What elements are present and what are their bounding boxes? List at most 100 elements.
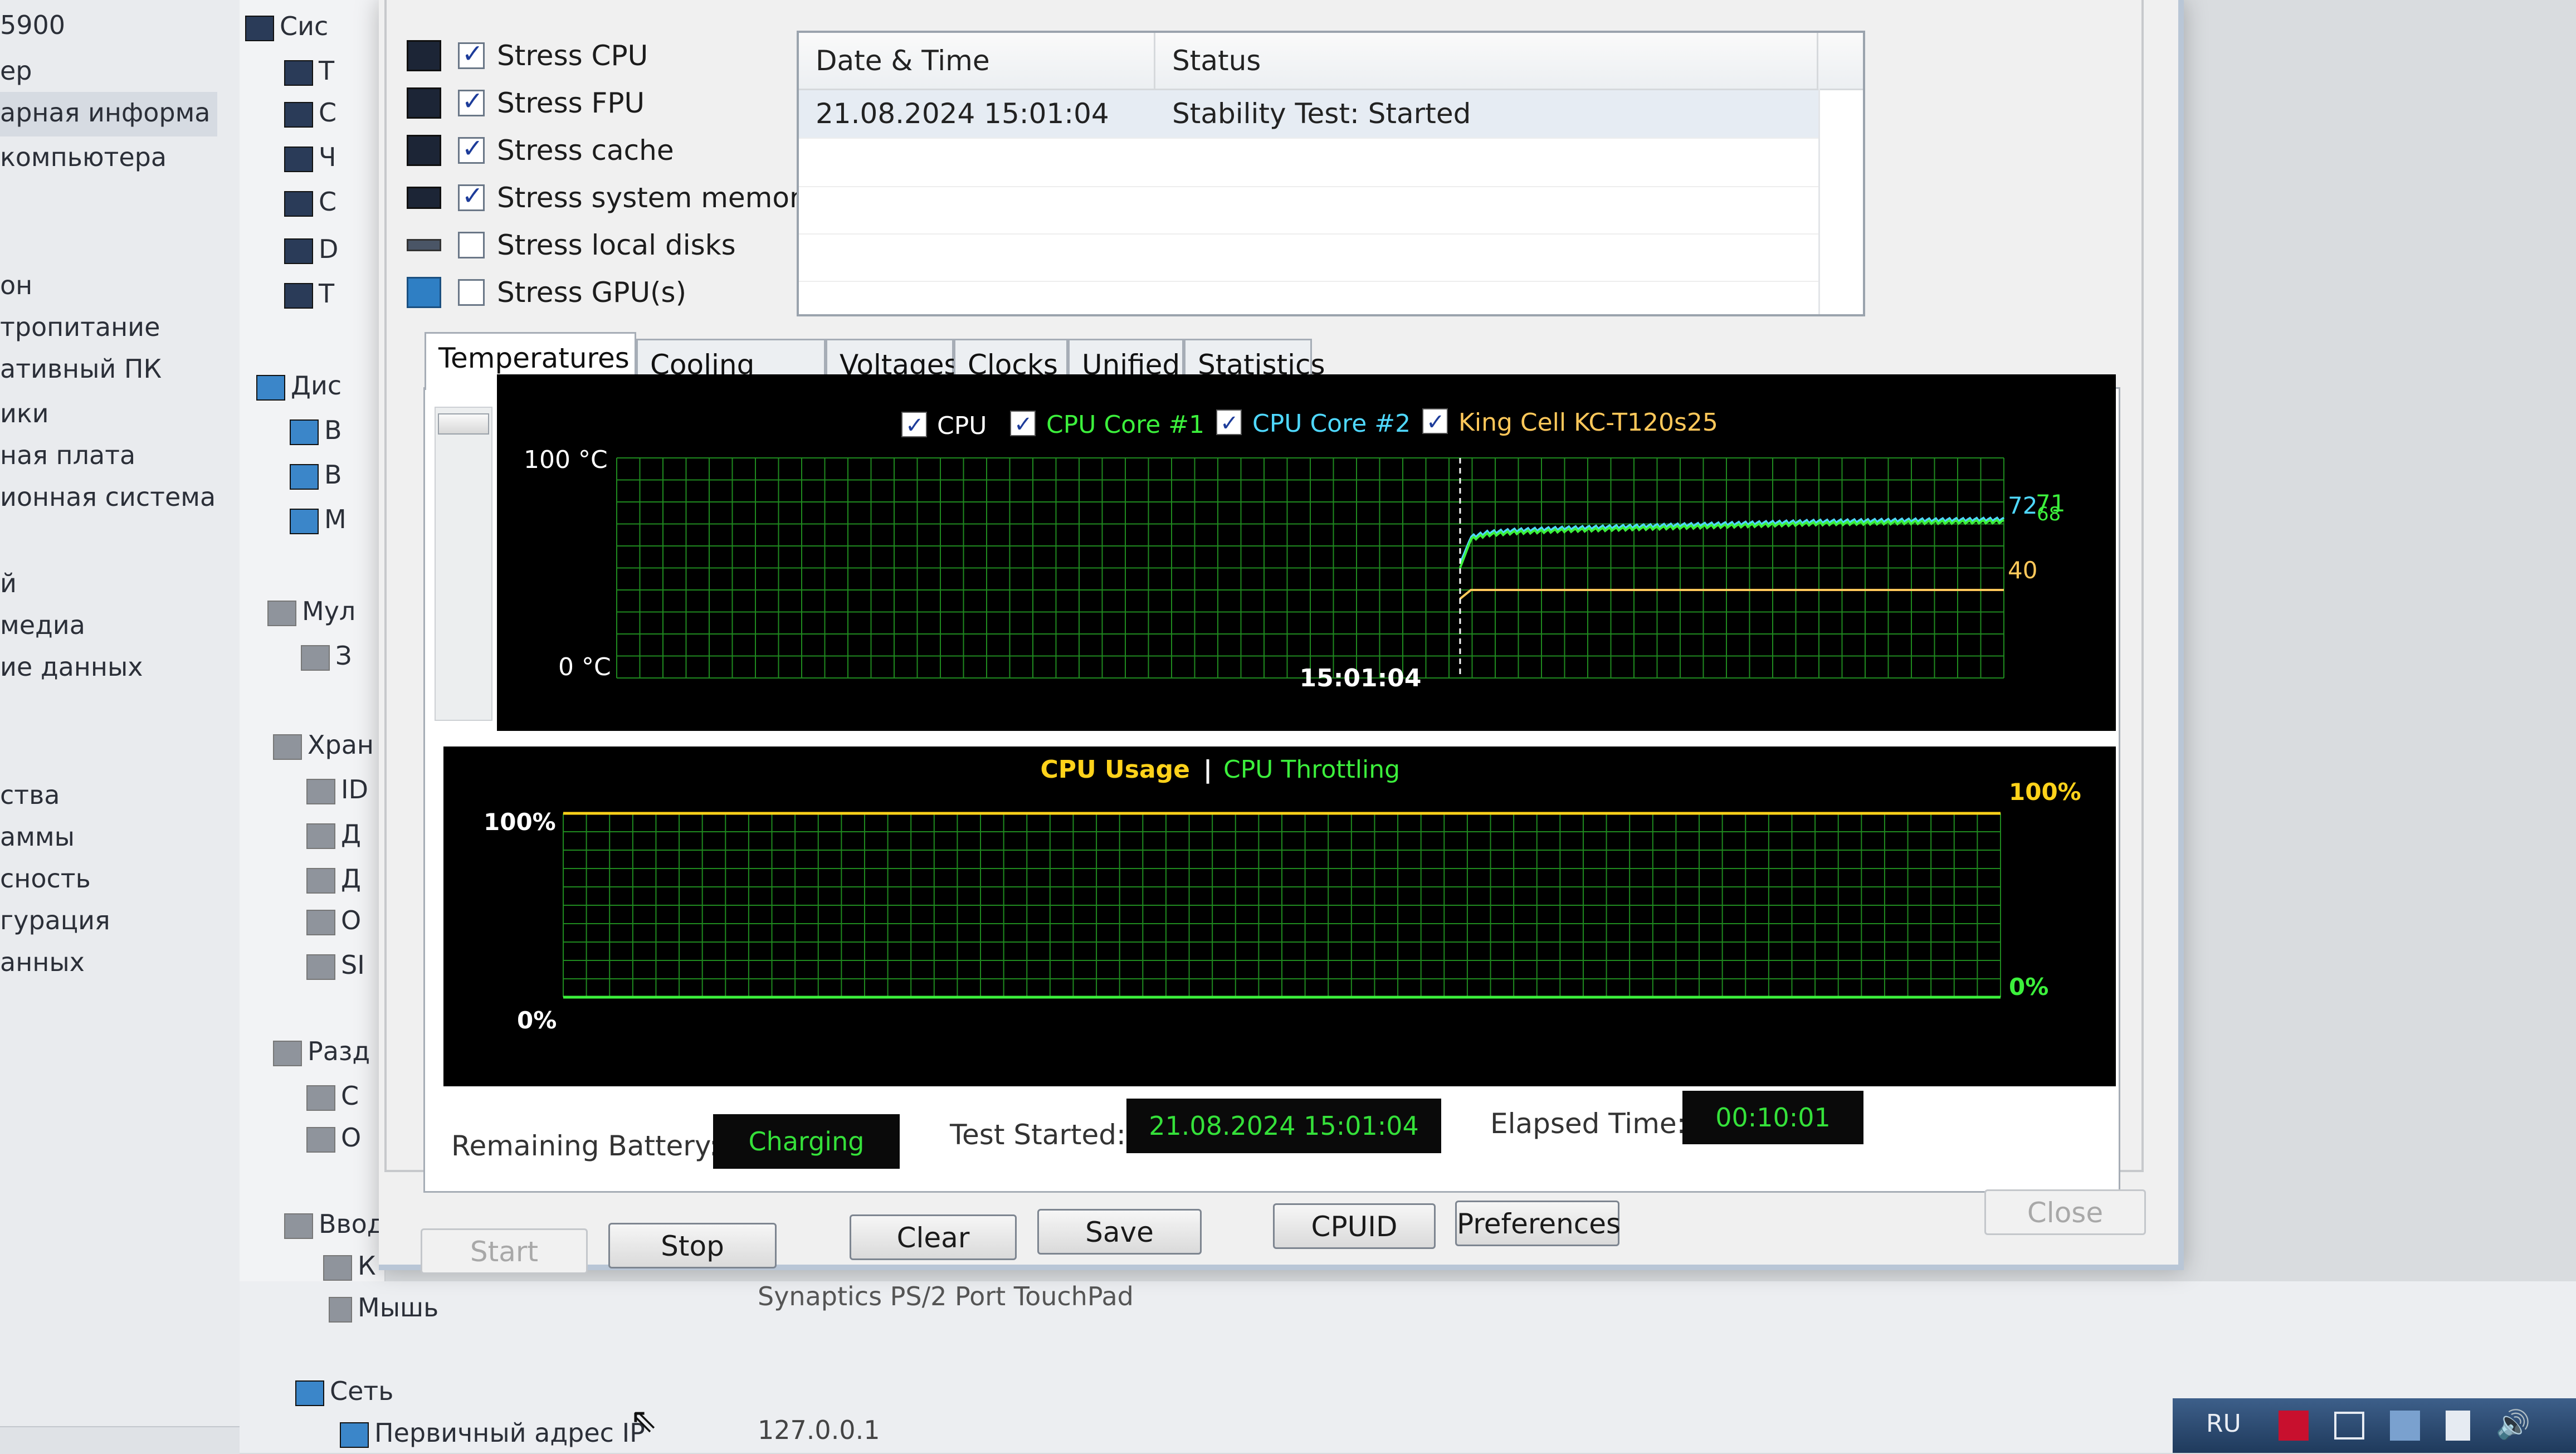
bg-sidebar-item[interactable]: сность — [0, 863, 91, 894]
window-tray-icon[interactable] — [2334, 1412, 2364, 1440]
tree-item[interactable]: Д — [306, 819, 361, 849]
preferences-button[interactable]: Preferences — [1455, 1201, 1621, 1246]
stop-button[interactable]: Stop — [608, 1223, 777, 1268]
tree-item[interactable]: Д — [306, 863, 361, 894]
stress-fpu-checkbox[interactable] — [458, 86, 485, 116]
network-tray-icon[interactable] — [2390, 1411, 2420, 1441]
tree-item[interactable]: К — [323, 1251, 376, 1281]
volume-tray-icon[interactable]: 🔊 — [2496, 1408, 2530, 1441]
gpu-icon — [407, 277, 441, 308]
graph-scroll-thumb[interactable] — [438, 413, 489, 435]
stress-cpu-checkbox[interactable] — [458, 38, 485, 69]
tree-item[interactable]: Первичный адрес IP — [340, 1418, 645, 1448]
stress-fpu-option[interactable]: Stress FPU — [407, 81, 645, 125]
tree-item[interactable]: С — [284, 187, 336, 217]
cpu-usage-graph: CPU Usage | CPU Throttling 100% 0% 100% … — [443, 746, 2116, 1086]
check-icon: ✓ — [1220, 411, 1239, 436]
bg-sidebar-item[interactable]: компьютера — [0, 142, 167, 172]
tree-item[interactable]: Т — [284, 56, 334, 86]
tree-item[interactable]: ID — [306, 774, 368, 804]
tree-item[interactable]: С — [306, 1081, 359, 1111]
drive-icon — [306, 867, 335, 894]
bg-sidebar-item[interactable]: тропитание — [0, 312, 160, 342]
column-header-status[interactable]: Status — [1155, 33, 1818, 89]
stress-gpu-label: Stress GPU(s) — [497, 276, 687, 309]
bg-sidebar-item[interactable]: ативный ПК — [0, 354, 162, 384]
tree-item[interactable]: Сеть — [295, 1376, 393, 1406]
stress-cache-option[interactable]: Stress cache — [407, 128, 674, 173]
test-started-value: 21.08.2024 15:01:04 — [1126, 1099, 1441, 1153]
column-header-datetime[interactable]: Date & Time — [799, 33, 1155, 89]
mouse-cursor-icon: ⇖ — [630, 1401, 658, 1440]
bg-sidebar-item[interactable]: он — [0, 270, 32, 300]
security-tray-icon[interactable] — [2279, 1411, 2309, 1441]
clear-button[interactable]: Clear — [850, 1214, 1017, 1260]
bg-sidebar-item[interactable]: медиа — [0, 610, 85, 640]
tree-item[interactable]: SI — [306, 950, 365, 980]
legend-core2[interactable]: ✓ CPU Core #2 — [1216, 409, 1411, 438]
tree-item[interactable]: В — [290, 415, 342, 445]
tree-item[interactable]: М — [290, 504, 347, 534]
taskbar: RU 🔊 — [2173, 1398, 2576, 1453]
bg-sidebar-item[interactable]: ие данных — [0, 652, 143, 682]
bg-sidebar-item[interactable]: аммы — [0, 822, 75, 852]
tree-item[interactable]: О — [306, 905, 361, 935]
bg-scrollbar[interactable] — [0, 1426, 240, 1454]
title-separator: | — [1203, 755, 1212, 784]
bg-sidebar-item[interactable]: ер — [0, 56, 32, 86]
stress-cpu-option[interactable]: Stress CPU — [407, 33, 648, 78]
tree-item[interactable]: Т — [284, 279, 334, 309]
bg-sidebar-item[interactable]: гурация — [0, 905, 110, 935]
tree-item[interactable]: D — [284, 234, 338, 264]
table-row — [799, 139, 1818, 187]
stress-memory-checkbox[interactable] — [458, 180, 485, 211]
tree-item[interactable]: С — [284, 97, 336, 128]
legend-disk-label: King Cell KC-T120s25 — [1458, 408, 1718, 437]
right-min-label: 0% — [2009, 973, 2048, 1001]
cpuid-button[interactable]: CPUID — [1273, 1203, 1436, 1249]
tree-item[interactable]: Дис — [256, 370, 341, 401]
table-row — [799, 233, 1818, 282]
end-value-label: 40 — [2008, 557, 2037, 584]
bg-sidebar-item[interactable]: арная информа — [0, 97, 210, 128]
event-log-table[interactable]: Date & Time Status 21.08.2024 15:01:04 S… — [797, 31, 1865, 316]
tree-item[interactable]: О — [306, 1123, 361, 1153]
bg-sidebar-item[interactable]: й — [0, 568, 17, 598]
bg-sidebar-item[interactable]: ики — [0, 398, 49, 428]
stress-disks-checkbox[interactable] — [458, 232, 485, 258]
cpu-icon — [407, 40, 441, 71]
bg-sidebar-item[interactable]: ионная система — [0, 482, 216, 512]
close-button[interactable]: Close — [1984, 1189, 2146, 1235]
tree-item[interactable]: Разд — [273, 1036, 370, 1066]
optical-drive-icon — [306, 909, 335, 935]
chip-icon — [284, 146, 313, 172]
bg-sidebar-item[interactable]: анных — [0, 947, 85, 977]
stress-memory-option[interactable]: Stress system memory — [407, 175, 817, 220]
stress-cache-checkbox[interactable] — [458, 133, 485, 164]
tree-item[interactable]: Хран — [273, 730, 374, 760]
start-button[interactable]: Start — [421, 1228, 588, 1274]
language-indicator[interactable]: RU — [2206, 1409, 2241, 1438]
tree-item[interactable]: Ч — [284, 142, 336, 172]
stress-disks-option[interactable]: Stress local disks — [407, 223, 736, 267]
log-datetime-cell: 21.08.2024 15:01:04 — [816, 97, 1109, 130]
legend-core1[interactable]: ✓ CPU Core #1 — [1010, 411, 1204, 439]
stress-gpu-checkbox[interactable] — [458, 279, 485, 306]
tree-item[interactable]: З — [301, 641, 352, 671]
graph-scroll-track[interactable] — [435, 407, 492, 721]
battery-tray-icon[interactable] — [2446, 1411, 2470, 1441]
bg-sidebar-item[interactable]: ства — [0, 780, 60, 810]
tree-item[interactable]: В — [290, 460, 342, 490]
save-button[interactable]: Save — [1037, 1209, 1202, 1255]
storage-icon — [273, 734, 302, 760]
bg-sidebar-item[interactable]: ная плата — [0, 440, 135, 470]
tree-item[interactable]: Мышь — [329, 1292, 438, 1323]
table-row[interactable]: 21.08.2024 15:01:04 Stability Test: Star… — [799, 90, 1818, 139]
tree-item[interactable]: Ввод — [284, 1209, 385, 1239]
stress-disks-label: Stress local disks — [497, 229, 736, 261]
stress-gpu-option[interactable]: Stress GPU(s) — [407, 270, 686, 315]
tree-item[interactable]: Сис — [245, 11, 328, 41]
legend-disk[interactable]: ✓ King Cell KC-T120s25 — [1422, 408, 1718, 437]
tree-item[interactable]: Мул — [267, 596, 355, 626]
legend-cpu[interactable]: ✓ CPU — [901, 412, 987, 440]
